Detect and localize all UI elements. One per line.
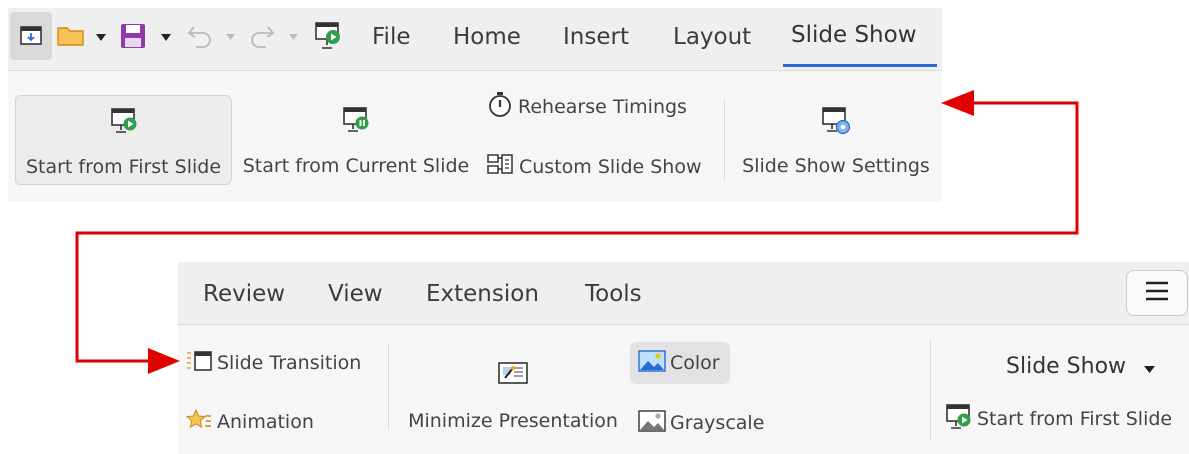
connector-arrow: [75, 90, 1079, 374]
arrowhead-right: [148, 348, 180, 374]
arrowhead-left: [941, 90, 974, 116]
